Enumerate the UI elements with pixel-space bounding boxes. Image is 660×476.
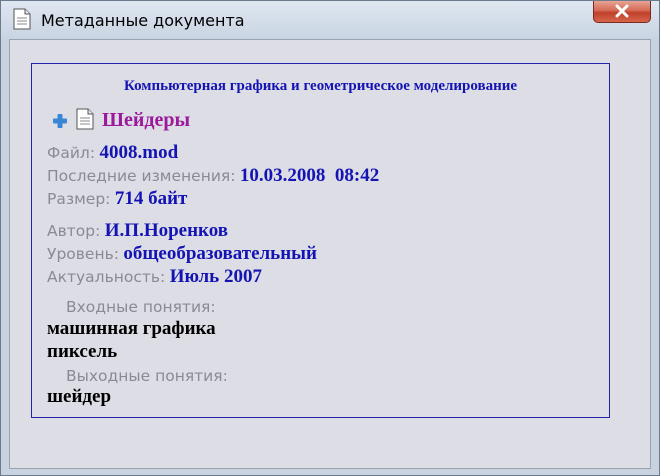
- author-label: Автор:: [47, 222, 101, 240]
- size-value: 714 байт: [114, 188, 188, 209]
- close-button[interactable]: [593, 1, 651, 23]
- input-concept-item: машинная графика: [47, 318, 216, 339]
- input-concepts-heading: Входные понятия:: [66, 298, 216, 316]
- author-row: Автор: И.П.Норенков: [47, 220, 228, 242]
- relevance-label: Актуальность:: [47, 268, 166, 286]
- page-icon: [76, 108, 94, 130]
- output-concepts-heading: Выходные понятия:: [66, 367, 228, 385]
- size-row: Размер: 714 байт: [47, 188, 187, 210]
- level-value: общеобразовательный: [123, 243, 317, 264]
- topic-title[interactable]: Шейдеры: [102, 109, 190, 132]
- relevance-value: Июль 2007: [169, 266, 262, 287]
- input-concept-item: пиксель: [47, 341, 118, 362]
- course-title: Компьютерная графика и геометрическое мо…: [123, 78, 518, 94]
- file-value: 4008.mod: [99, 142, 179, 163]
- size-label: Размер:: [47, 190, 111, 208]
- client-area: Компьютерная графика и геометрическое мо…: [9, 39, 651, 469]
- title-bar[interactable]: Метаданные документа: [1, 1, 659, 39]
- output-concept-item: шейдер: [47, 386, 112, 407]
- plus-icon[interactable]: [52, 113, 68, 129]
- metadata-window: Метаданные документа Компьютерная график…: [0, 0, 660, 476]
- document-icon: [13, 8, 31, 30]
- author-value: И.П.Норенков: [104, 220, 229, 241]
- level-label: Уровень:: [47, 245, 119, 263]
- modified-label: Последние изменения:: [47, 167, 236, 185]
- relevance-row: Актуальность: Июль 2007: [47, 266, 262, 288]
- window-title: Метаданные документа: [41, 11, 245, 30]
- metadata-panel: Компьютерная графика и геометрическое мо…: [31, 63, 610, 418]
- modified-value: 10.03.2008 08:42: [239, 165, 380, 186]
- close-icon: [615, 4, 629, 18]
- file-label: Файл:: [47, 144, 96, 162]
- file-row: Файл: 4008.mod: [47, 142, 178, 164]
- modified-row: Последние изменения: 10.03.2008 08:42: [47, 165, 379, 187]
- level-row: Уровень: общеобразовательный: [47, 243, 317, 265]
